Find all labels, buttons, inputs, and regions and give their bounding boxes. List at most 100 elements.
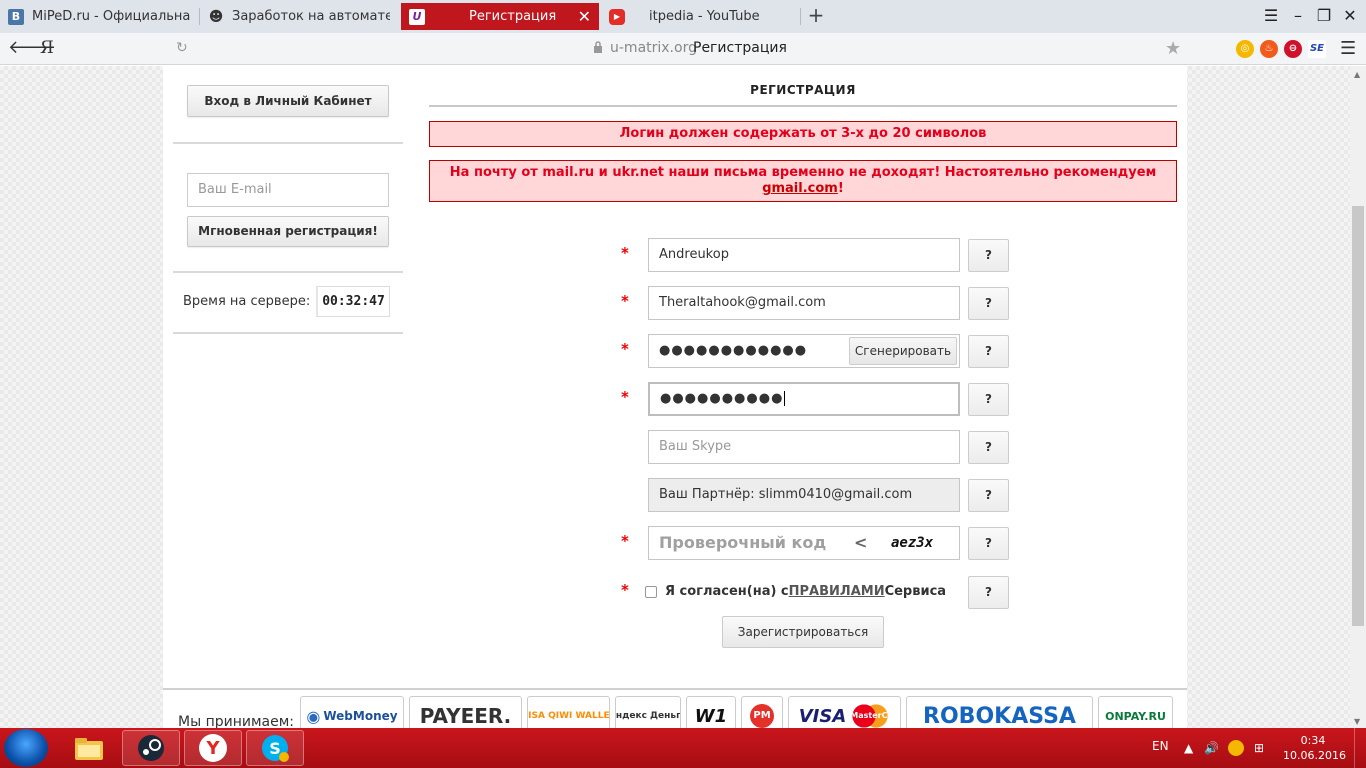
page-viewport: Вход в Личный Кабинет Ваш E-mail Мгновен… (0, 66, 1350, 728)
skype-icon[interactable]: S (246, 730, 304, 766)
help-button-password-confirm[interactable]: ? (968, 383, 1009, 416)
clock[interactable]: 0:34 10.06.2016 (1283, 733, 1346, 763)
we-accept-label: Мы принимаем: (178, 714, 295, 728)
server-time-value: 00:32:47 (316, 286, 390, 317)
fire-icon[interactable]: ♨ (1260, 40, 1278, 58)
agree-suffix: Сервиса (884, 584, 947, 599)
tab-earnings[interactable]: ☻ Заработок на автомате, 20 (200, 3, 398, 30)
login-length-alert: Логин должен содержать от 3-х до 20 симв… (429, 121, 1177, 147)
captcha-input[interactable]: Проверочный код < aez3x (648, 526, 960, 560)
sovetnik-icon[interactable]: ◎ (1236, 40, 1254, 58)
alert-text: На почту от mail.ru и ukr.net наши письм… (449, 165, 1157, 180)
taskbar: Y S EN ▲ 🔊 ⊞ 0:34 10.06.2016 (0, 728, 1366, 768)
menu-icon[interactable]: ☰ (1258, 3, 1284, 29)
tray-expand-icon[interactable]: ▲ (1184, 741, 1193, 755)
yandex-logo-icon[interactable]: Я (40, 38, 54, 58)
url-page-title[interactable]: Регистрация (693, 40, 787, 56)
footer-divider (163, 688, 1187, 690)
start-button[interactable] (4, 729, 48, 767)
network-icon[interactable]: ⊞ (1254, 741, 1264, 755)
tab-label: Регистрация (469, 9, 557, 24)
help-button-email[interactable]: ? (968, 287, 1009, 320)
sovetnik-tray-icon[interactable] (1228, 740, 1244, 756)
tab-bar: В MiPeD.ru - Официальная гр ☻ Заработок … (0, 0, 1366, 33)
se-icon[interactable]: SE (1308, 40, 1326, 58)
divider (173, 332, 403, 334)
scroll-down-icon[interactable]: ▼ (1354, 717, 1360, 726)
divider (173, 271, 403, 273)
address-bar: 🡐 Я ↻ u-matrix.org Регистрация ★ ◎ ♨ ⊖ S… (0, 33, 1366, 65)
required-mark: * (621, 388, 629, 406)
w1-logo: W1 (686, 696, 736, 728)
restore-icon[interactable]: ❐ (1311, 3, 1337, 29)
password-input[interactable]: ●●●●●●●●●●●● Сгенерировать (648, 334, 960, 368)
help-button-partner[interactable]: ? (968, 479, 1009, 512)
required-mark: * (621, 581, 629, 599)
explorer-icon[interactable] (60, 730, 118, 766)
close-icon[interactable]: ✕ (578, 7, 591, 26)
required-mark: * (621, 292, 629, 310)
partner-field: Ваш Партнёр: slimm0410@gmail.com (648, 478, 960, 512)
agree-prefix: Я согласен(на) с (665, 584, 789, 599)
yandex-money-logo: Яндекс Деньги (615, 696, 681, 728)
login-cabinet-button[interactable]: Вход в Личный Кабинет (187, 85, 389, 117)
clock-time: 0:34 (1300, 734, 1326, 747)
youtube-icon: ▶ (609, 8, 625, 25)
email-field[interactable]: Theraltahook@gmail.com (648, 286, 960, 320)
tab-label: itpedia - YouTube (649, 9, 760, 24)
required-mark: * (621, 244, 629, 262)
robokassa-logo: ROBOKASSA (906, 696, 1093, 728)
help-button-agree[interactable]: ? (968, 576, 1009, 609)
email-input[interactable]: Ваш E-mail (187, 173, 389, 207)
tab-registration[interactable]: U Регистрация ✕ (401, 3, 599, 30)
tab-youtube[interactable]: ▶ itpedia - YouTube (601, 3, 799, 30)
tab-separator (800, 8, 801, 25)
help-button-captcha[interactable]: ? (968, 527, 1009, 560)
gmail-link[interactable]: gmail.com (762, 181, 838, 196)
url-domain[interactable]: u-matrix.org (610, 40, 697, 56)
agree-checkbox[interactable] (645, 585, 657, 598)
alert-end: ! (837, 181, 844, 196)
steam-icon[interactable] (122, 730, 180, 766)
agree-row: Я согласен(на) с ПРАВИЛАМИ Сервиса (645, 584, 946, 599)
show-desktop-button[interactable] (1354, 728, 1366, 768)
lock-icon (594, 41, 602, 53)
yandex-browser-icon[interactable]: Y (184, 730, 242, 766)
close-window-icon[interactable]: ✕ (1337, 3, 1363, 29)
adblock-icon[interactable]: ⊖ (1284, 40, 1302, 58)
rules-link[interactable]: ПРАВИЛАМИ (789, 584, 885, 599)
required-mark: * (621, 532, 629, 550)
tab-label: Заработок на автомате, 20 (232, 9, 390, 24)
page-title: РЕГИСТРАЦИЯ (750, 83, 856, 97)
captcha-placeholder: Проверочный код (659, 533, 827, 552)
scroll-thumb[interactable] (1352, 206, 1364, 626)
divider (173, 142, 403, 144)
bookmark-star-icon[interactable]: ★ (1165, 38, 1181, 59)
minimize-icon[interactable]: – (1285, 3, 1311, 29)
volume-icon[interactable]: 🔊 (1204, 741, 1219, 755)
page-content: Вход в Личный Кабинет Ваш E-mail Мгновен… (163, 66, 1187, 728)
skype-input[interactable]: Ваш Skype (648, 430, 960, 464)
vk-icon: В (8, 8, 24, 25)
clock-date: 10.06.2016 (1283, 749, 1346, 762)
hamburger-menu-icon[interactable]: ☰ (1340, 38, 1356, 59)
perfect-money-logo: PM (741, 696, 783, 728)
captcha-image: aez3x (891, 535, 934, 551)
umatrix-icon: U (409, 8, 425, 25)
language-indicator[interactable]: EN (1152, 739, 1169, 753)
help-button-login[interactable]: ? (968, 239, 1009, 272)
visa-mastercard-logo: VISA MasterCard (788, 696, 901, 728)
new-tab-button[interactable]: + (806, 3, 826, 29)
vertical-scrollbar[interactable]: ▲ ▼ (1350, 66, 1366, 728)
login-input[interactable]: Andreukop (648, 238, 960, 272)
help-button-skype[interactable]: ? (968, 431, 1009, 464)
help-button-password[interactable]: ? (968, 335, 1009, 368)
register-button[interactable]: Зарегистрироваться (722, 616, 884, 648)
reload-icon[interactable]: ↻ (176, 40, 188, 56)
avatar-icon: ☻ (208, 8, 224, 25)
scroll-up-icon[interactable]: ▲ (1354, 70, 1360, 79)
password-confirm-input[interactable]: ●●●●●●●●●● (648, 382, 960, 416)
generate-password-button[interactable]: Сгенерировать (849, 337, 957, 365)
tab-miped[interactable]: В MiPeD.ru - Официальная гр (0, 3, 198, 30)
instant-registration-button[interactable]: Мгновенная регистрация! (187, 216, 389, 247)
